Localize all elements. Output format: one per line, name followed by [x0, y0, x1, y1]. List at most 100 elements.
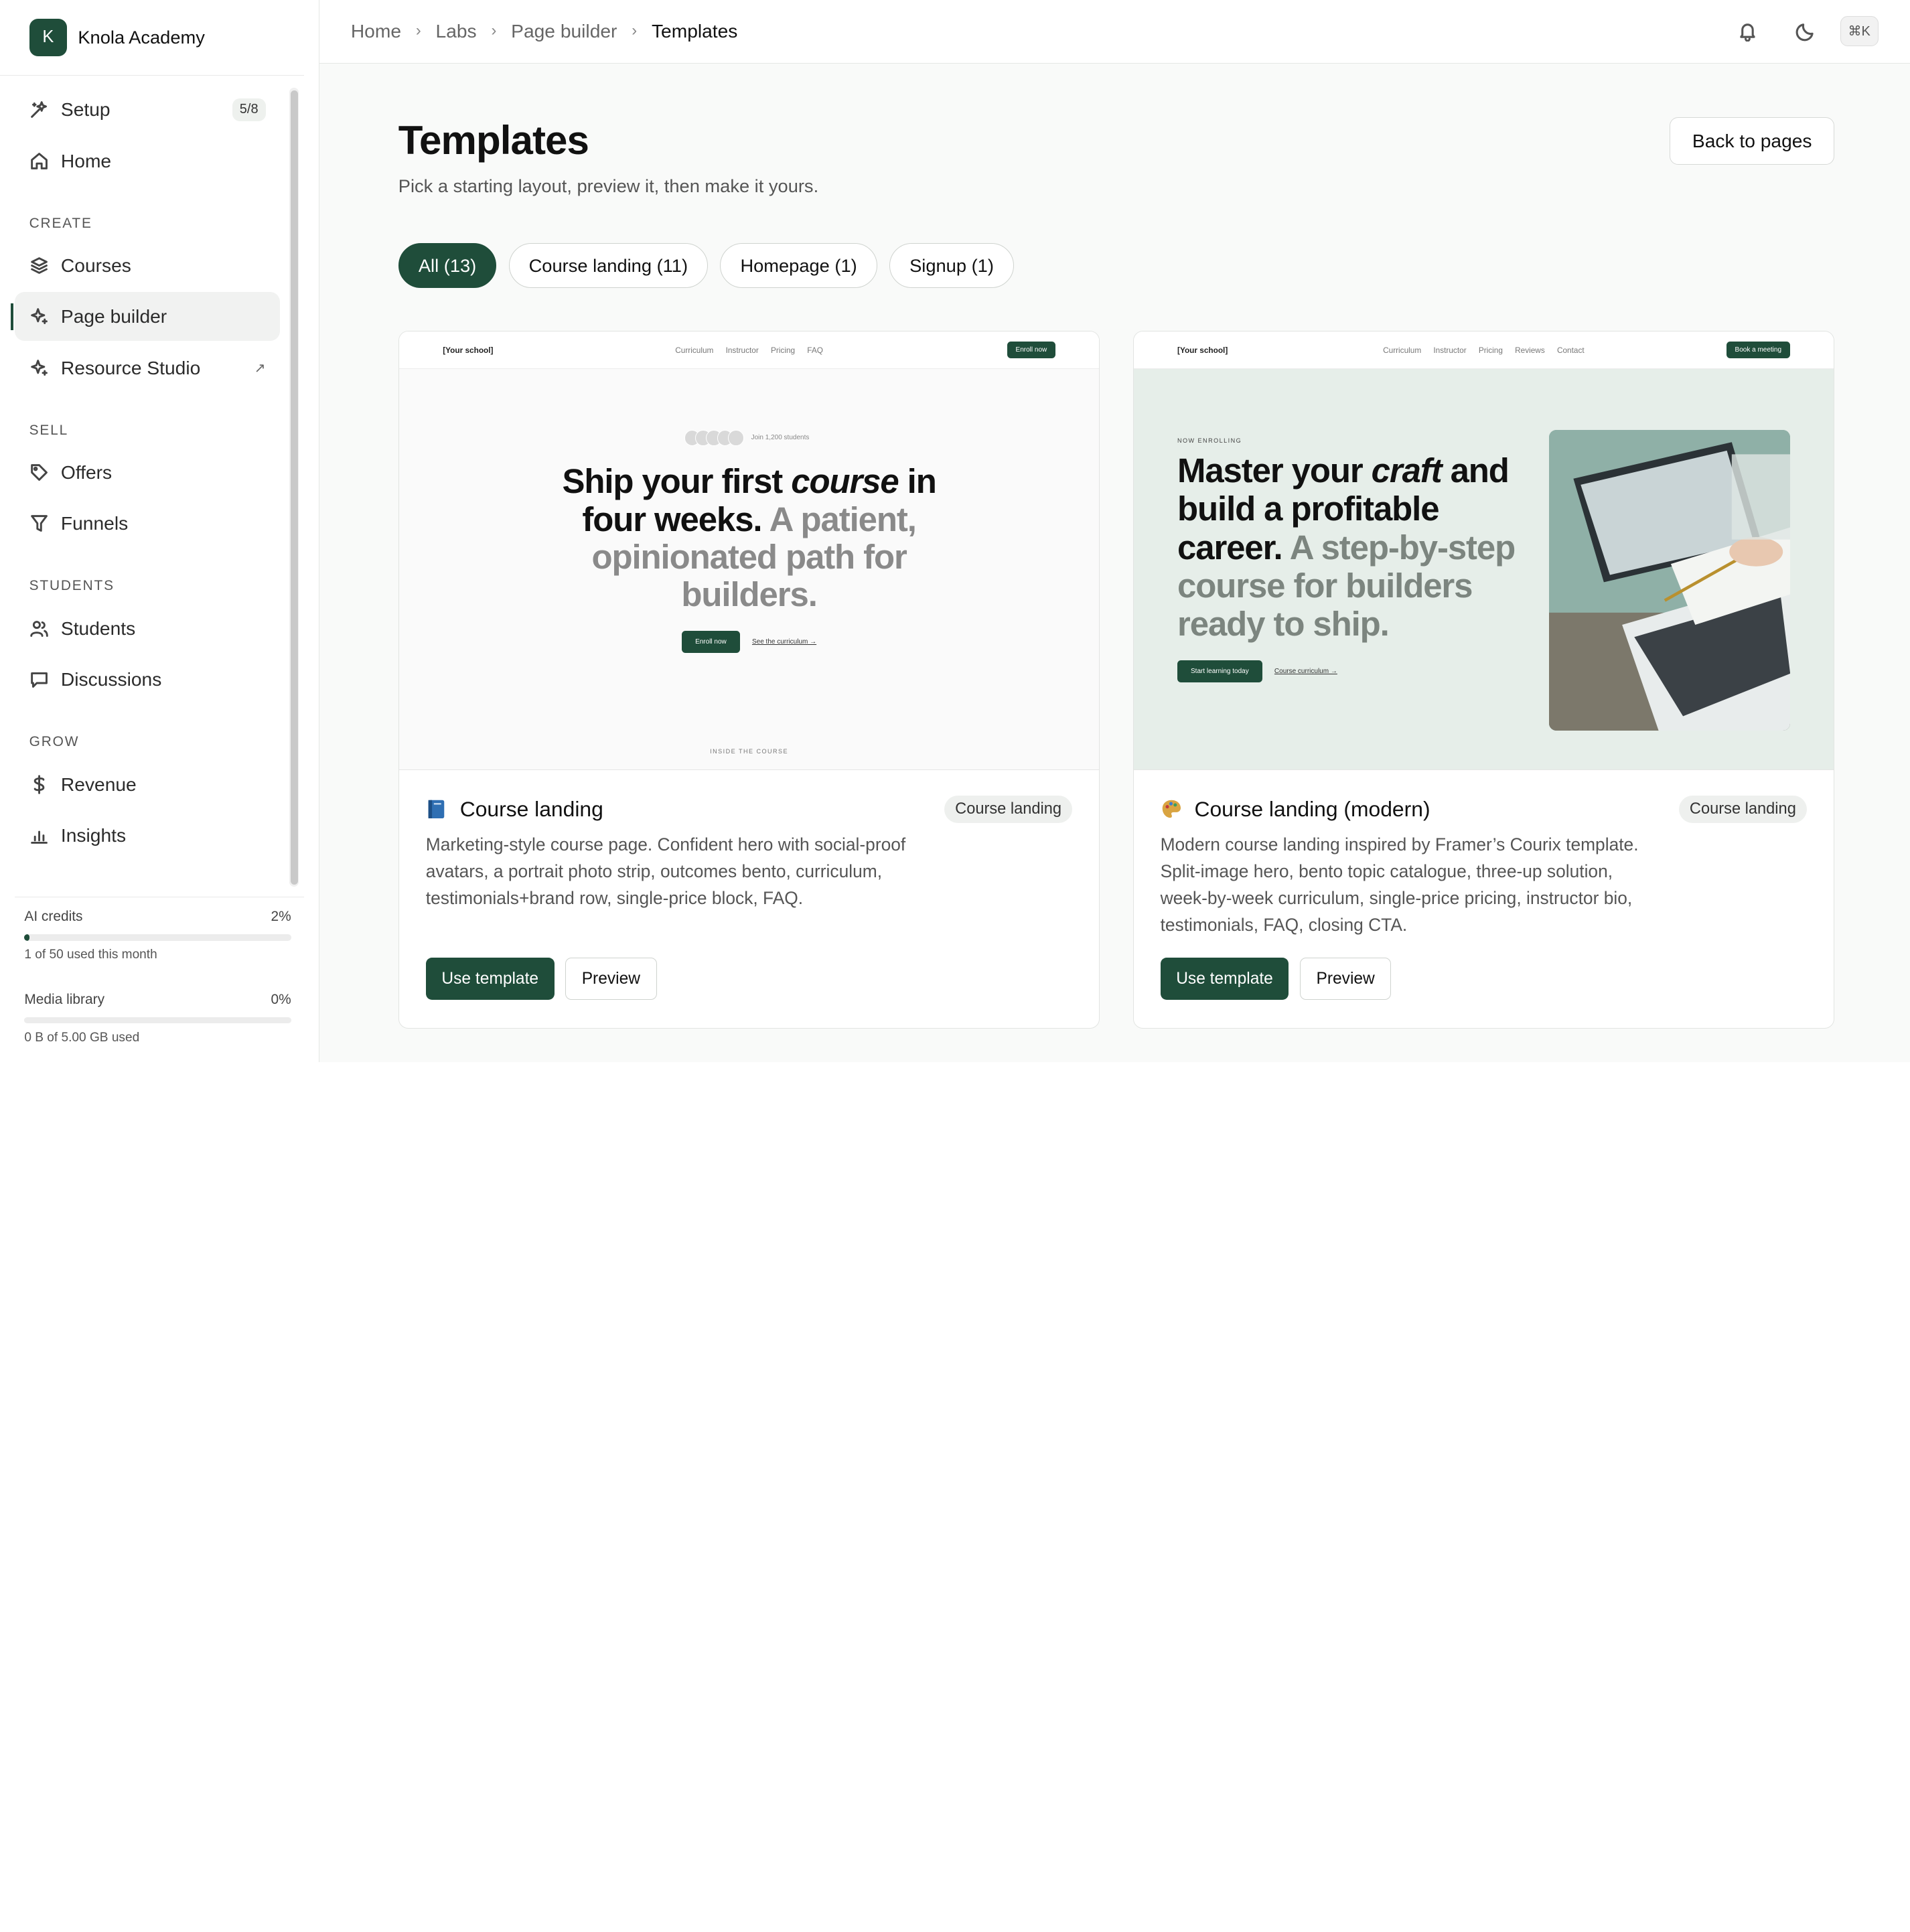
template-card-description: Marketing-style course page. Confident h…: [425, 834, 906, 909]
chevron-right-icon: ›: [415, 22, 421, 40]
chevron-right-icon: ›: [491, 22, 497, 40]
sidebar-item-label: Discussions: [60, 668, 162, 690]
external-link-icon: ↗: [254, 360, 266, 376]
preview-ctas: Start learning today Course curriculum →: [1177, 660, 1530, 682]
ai-credits-usage: 1 of 50 used this month: [24, 948, 157, 962]
preview-nav-links: Curriculum Instructor Pricing Reviews Co…: [1134, 346, 1834, 355]
media-library-bar: [24, 1017, 291, 1024]
preview-avatar: [728, 430, 744, 446]
moon-icon: [1795, 23, 1814, 42]
preview-join-text: Join 1,200 students: [751, 434, 810, 442]
filter-chip-homepage[interactable]: Homepage (1): [720, 242, 877, 289]
filter-chip-course-landing[interactable]: Course landing (11): [508, 242, 709, 289]
template-card-body: Course landing (modern) Course landing M…: [1134, 770, 1834, 939]
use-template-button[interactable]: Use template: [1160, 957, 1289, 1000]
template-card-description: Modern course landing inspired by Framer…: [1160, 834, 1639, 936]
sidebar-scrollbar[interactable]: [289, 87, 299, 887]
sidebar-item-resource-studio[interactable]: Resource Studio ↗: [15, 344, 281, 392]
sidebar-item-setup[interactable]: Setup 5/8: [15, 85, 281, 134]
media-library-usage: 0 B of 5.00 GB used: [24, 1031, 140, 1045]
template-filters: All (13) Course landing (11) Homepage (1…: [398, 242, 1835, 289]
sidebar-scrollbar-thumb[interactable]: [290, 90, 298, 885]
bar-chart-icon: [29, 826, 49, 845]
sidebar-item-label: Revenue: [60, 773, 137, 795]
sidebar-item-page-builder[interactable]: Page builder: [11, 292, 281, 342]
preview-secondary-link: See the curriculum →: [751, 638, 817, 646]
sidebar-item-home[interactable]: Home: [15, 137, 281, 185]
preview-hero-text: NOW ENROLLING Master your craft and buil…: [1177, 437, 1530, 682]
ai-credits-percent: 2%: [271, 908, 291, 924]
preview-headline-italic: course: [791, 462, 899, 501]
preview-headline: Master your craft and build a profitable…: [1177, 451, 1530, 643]
chevron-right-icon: ›: [632, 22, 638, 40]
section-label-grow: GROW: [29, 734, 80, 750]
section-label-students: STUDENTS: [29, 578, 115, 594]
ai-credits-bar: [24, 934, 291, 941]
breadcrumb-templates: Templates: [651, 20, 738, 42]
preview-headline-part: Ship your first: [562, 462, 792, 501]
page-subtitle: Pick a starting layout, preview it, then…: [398, 175, 819, 196]
bell-icon: [1740, 23, 1755, 42]
theme-toggle-button[interactable]: [1787, 12, 1826, 51]
sidebar-item-label: Courses: [60, 254, 131, 276]
media-library-percent: 0%: [271, 991, 291, 1007]
template-preview[interactable]: [Your school] Curriculum Instructor Pric…: [398, 331, 1100, 770]
sidebar-item-label: Insights: [60, 824, 127, 846]
command-palette-shortcut[interactable]: ⌘K: [1840, 16, 1879, 47]
top-bar: Home › Labs › Page builder › Templates ⌘…: [319, 0, 1910, 64]
preview-headline: Ship your first course in four weeks. A …: [530, 462, 968, 614]
laptop-photo-image: [1548, 430, 1790, 731]
preview-nav: [Your school] Curriculum Instructor Pric…: [398, 331, 1100, 370]
app-window: K Knola Academy Setup 5/8 Home CREATE Co…: [0, 0, 1910, 1063]
preview-eyebrow: NOW ENROLLING: [1177, 437, 1242, 445]
sidebar: K Knola Academy Setup 5/8 Home CREATE Co…: [0, 0, 319, 1063]
brand-logo: K: [29, 18, 68, 57]
template-category-badge: Course landing: [1678, 795, 1808, 824]
palette-icon: [1162, 800, 1181, 818]
sidebar-item-offers[interactable]: Offers: [15, 448, 281, 497]
ai-credits-quota: AI credits 2% 1 of 50 used this month: [24, 909, 291, 963]
brand[interactable]: K Knola Academy: [0, 0, 304, 76]
sidebar-item-discussions[interactable]: Discussions: [15, 655, 281, 704]
notifications-button[interactable]: [1728, 12, 1767, 51]
preview-button[interactable]: Preview: [1299, 957, 1392, 1000]
preview-nav-link: Instructor: [1433, 345, 1467, 355]
sidebar-item-label: Offers: [60, 461, 113, 484]
filter-chip-signup[interactable]: Signup (1): [889, 242, 1015, 289]
sidebar-item-students[interactable]: Students: [15, 604, 281, 653]
sparkle-setup-icon: [29, 100, 49, 119]
template-card-course-landing-modern: [Your school] Curriculum Instructor Pric…: [1132, 330, 1835, 1029]
preview-social-proof: Join 1,200 students: [399, 430, 1100, 446]
media-library-quota: Media library 0% 0 B of 5.00 GB used: [24, 992, 291, 1046]
preview-secondary-link: Course curriculum →: [1274, 667, 1337, 675]
back-to-pages-button[interactable]: Back to pages: [1670, 117, 1835, 165]
sidebar-item-insights[interactable]: Insights: [15, 811, 281, 860]
dollar-icon: [29, 774, 49, 794]
breadcrumb-home[interactable]: Home: [351, 20, 401, 42]
sidebar-item-courses[interactable]: Courses: [15, 241, 281, 290]
use-template-button[interactable]: Use template: [425, 957, 555, 1000]
main-area: Home › Labs › Page builder › Templates ⌘…: [319, 0, 1910, 1063]
preview-hero-photo: [1548, 430, 1790, 731]
home-icon: [29, 151, 49, 171]
sidebar-item-funnels[interactable]: Funnels: [15, 500, 281, 548]
page-header: Templates Pick a starting layout, previe…: [398, 117, 1835, 197]
breadcrumb-page-builder[interactable]: Page builder: [511, 20, 617, 42]
section-label-create: CREATE: [29, 215, 92, 231]
preview-button[interactable]: Preview: [565, 957, 657, 1000]
funnel-icon: [29, 514, 49, 533]
sidebar-item-label: Funnels: [60, 512, 129, 534]
preview-primary-button: Start learning today: [1177, 660, 1262, 682]
sidebar-item-label: Resource Studio: [60, 356, 201, 378]
sidebar-item-revenue[interactable]: Revenue: [15, 760, 281, 809]
preview-nav-link: Contact: [1556, 345, 1585, 355]
template-card-actions: Use template Preview: [1160, 957, 1392, 1000]
sidebar-item-label: Setup: [60, 98, 111, 121]
top-actions: ⌘K: [1708, 12, 1879, 51]
template-preview[interactable]: [Your school] Curriculum Instructor Pric…: [1133, 331, 1834, 770]
template-card-title: Course landing (modern): [1194, 796, 1430, 821]
preview-nav-link: Reviews: [1515, 345, 1545, 355]
filter-chip-all[interactable]: All (13): [398, 242, 497, 289]
breadcrumb-labs[interactable]: Labs: [436, 20, 477, 42]
template-card-title: Course landing: [459, 796, 603, 821]
